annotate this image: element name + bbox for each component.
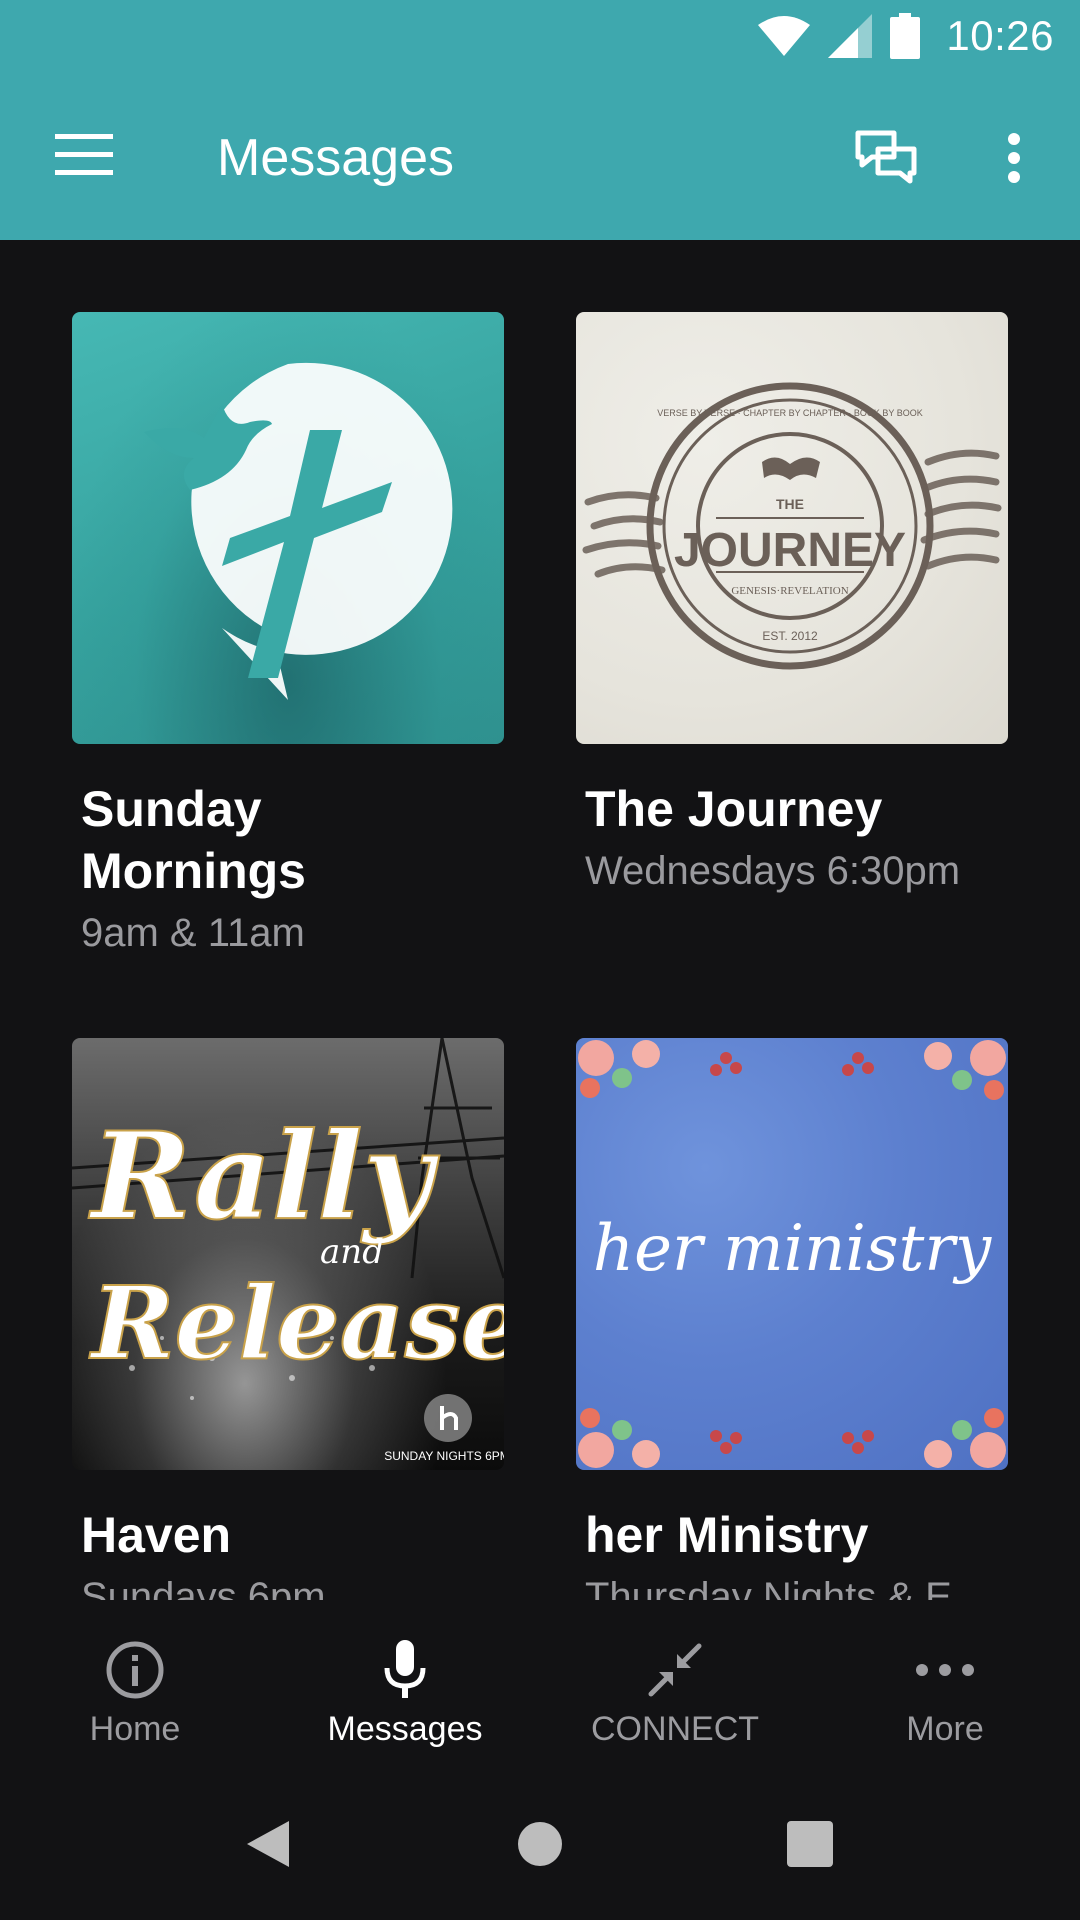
system-home-button[interactable] — [500, 1806, 580, 1886]
nav-more[interactable]: More — [810, 1608, 1080, 1758]
chat-button[interactable] — [846, 120, 926, 200]
the-journey-stamp: THE JOURNEY GENESIS·REVELATION EST. 2012… — [582, 382, 1002, 670]
series-subtitle: Thursday Nights & E... — [585, 1575, 986, 1600]
dove-cross-logo — [144, 362, 453, 700]
series-subtitle: Wednesdays 6:30pm — [585, 849, 961, 893]
nav-connect[interactable]: CONNECT — [540, 1608, 810, 1758]
series-card[interactable]: THE JOURNEY GENESIS·REVELATION EST. 2012… — [576, 312, 1008, 898]
page-title: Messages — [217, 129, 454, 187]
messages-grid: Sunday Mornings 9am & 11am THE JOURNEY G… — [0, 240, 1080, 1600]
series-artwork: Rally and Release SUNDAY NIGHTS 6PM — [72, 1038, 504, 1470]
chat-icon — [854, 129, 918, 192]
info-icon — [105, 1638, 165, 1702]
menu-button[interactable] — [44, 122, 124, 192]
recents-square-icon — [787, 1820, 833, 1872]
microphone-icon — [383, 1638, 427, 1702]
stamp-main-text: JOURNEY — [674, 524, 906, 577]
sunday-nights-text: SUNDAY NIGHTS 6PM — [384, 1449, 504, 1463]
more-vert-icon — [1007, 132, 1021, 188]
overflow-menu-button[interactable] — [984, 120, 1044, 200]
stamp-sub-text: GENESIS·REVELATION — [731, 585, 848, 597]
series-title: The Journey — [585, 781, 883, 837]
nav-home[interactable]: Home — [0, 1608, 270, 1758]
home-circle-icon — [517, 1821, 563, 1872]
rally-and-release-art: Rally and Release SUNDAY NIGHTS 6PM — [72, 1038, 504, 1463]
signal-icon — [828, 13, 872, 63]
nav-more-label: More — [906, 1710, 984, 1748]
stamp-est-text: EST. 2012 — [762, 629, 818, 643]
series-subtitle: 9am & 11am — [81, 911, 305, 955]
series-artwork — [72, 312, 504, 744]
system-back-button[interactable] — [228, 1806, 308, 1886]
nav-messages-label: Messages — [327, 1710, 483, 1748]
series-artwork: THE JOURNEY GENESIS·REVELATION EST. 2012… — [576, 312, 1008, 744]
top-app-bar: 10:26 Messages — [0, 0, 1080, 240]
series-card[interactable]: Sunday Mornings 9am & 11am — [72, 312, 504, 960]
stamp-the-text: THE — [776, 496, 804, 512]
series-title: Haven — [81, 1507, 232, 1563]
status-bar: 10:26 — [0, 0, 1080, 80]
series-title: her Ministry — [585, 1507, 869, 1563]
system-navigation-bar — [0, 1758, 1080, 1920]
back-icon — [245, 1819, 291, 1874]
her-ministry-art: her ministry — [578, 1040, 1006, 1468]
stamp-top-text: VERSE BY VERSE · CHAPTER BY CHAPTER · BO… — [657, 408, 923, 418]
menu-icon — [55, 133, 113, 181]
wifi-icon — [758, 15, 810, 61]
nav-connect-label: CONNECT — [590, 1710, 760, 1748]
her-ministry-script: her ministry — [593, 1212, 992, 1286]
series-subtitle: Sundays 6pm — [81, 1575, 326, 1600]
battery-icon — [890, 12, 920, 64]
collapse-arrows-icon — [647, 1638, 703, 1702]
series-card[interactable]: Rally and Release SUNDAY NIGHTS 6PM Have… — [72, 1038, 504, 1600]
app-bar: Messages — [0, 80, 1080, 240]
release-text: Release — [88, 1264, 504, 1382]
nav-home-label: Home — [89, 1710, 181, 1748]
more-horiz-icon — [915, 1638, 975, 1702]
rally-text: Rally — [88, 1106, 439, 1247]
system-recents-button[interactable] — [770, 1806, 850, 1886]
status-icons — [758, 12, 920, 63]
series-title: Sunday Mornings — [81, 781, 306, 899]
series-card[interactable]: her ministry her Ministry Thursday Night… — [576, 1038, 1008, 1600]
bottom-navigation: Home Messages CONNECT More — [0, 1608, 1080, 1758]
nav-messages[interactable]: Messages — [270, 1608, 540, 1758]
status-time: 10:26 — [946, 12, 1054, 59]
series-artwork: her ministry — [576, 1038, 1008, 1470]
